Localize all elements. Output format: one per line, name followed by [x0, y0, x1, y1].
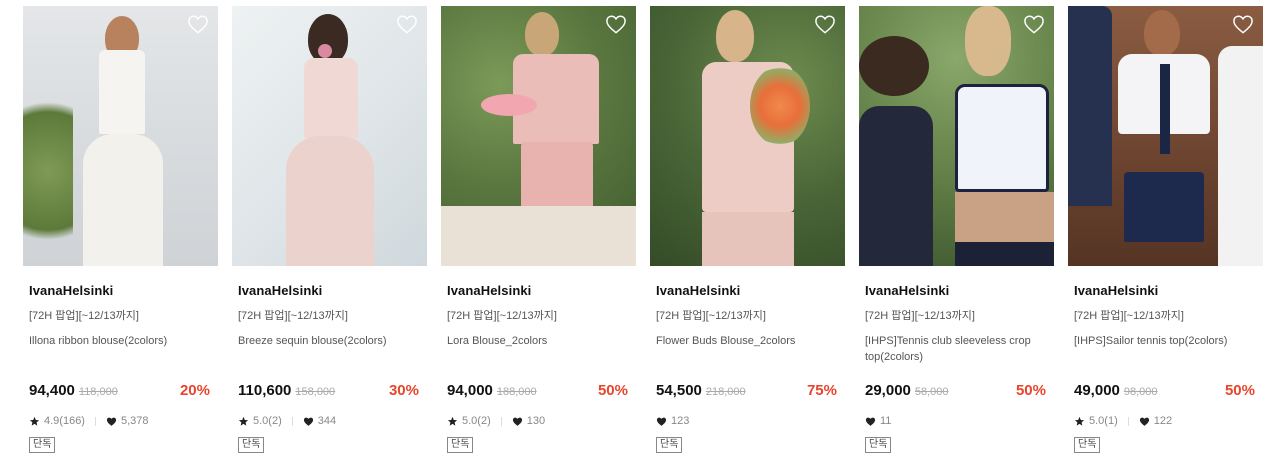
product-name[interactable]: [IHPS]Tennis club sleeveless crop top(2c…: [865, 333, 1048, 367]
exclusive-badge: 단독: [29, 437, 56, 453]
product-card[interactable]: IvanaHelsinki [72H 팝업][~12/13까지] [IHPS]S…: [1068, 6, 1263, 453]
brand-name[interactable]: IvanaHelsinki: [29, 283, 212, 298]
brand-name[interactable]: IvanaHelsinki: [865, 283, 1048, 298]
price-row: 54,500 218,000 75%: [656, 382, 839, 399]
brand-name[interactable]: IvanaHelsinki: [1074, 283, 1257, 298]
product-card[interactable]: IvanaHelsinki [72H 팝업][~12/13까지] Lora Bl…: [441, 6, 636, 453]
heart-filled-icon: [303, 416, 314, 427]
product-name[interactable]: Flower Buds Blouse_2colors: [656, 333, 839, 367]
product-card[interactable]: IvanaHelsinki [72H 팝업][~12/13까지] Breeze …: [232, 6, 427, 453]
sale-price: 94,400: [29, 382, 75, 399]
star-icon: [1074, 416, 1085, 427]
promo-tag: [72H 팝업][~12/13까지]: [865, 310, 975, 322]
review-row: 4.9(166) 5,378: [29, 414, 212, 428]
product-card[interactable]: IvanaHelsinki [72H 팝업][~12/13까지] Flower …: [650, 6, 845, 453]
rating-value: 4.9(166): [44, 415, 85, 427]
sale-price: 110,600: [238, 382, 292, 399]
original-price: 118,000: [78, 386, 118, 398]
product-image[interactable]: [1068, 6, 1263, 266]
exclusive-badge: 단독: [656, 437, 683, 453]
sale-price: 54,500: [656, 382, 702, 399]
product-name[interactable]: Lora Blouse_2colors: [447, 333, 630, 367]
divider: [500, 416, 502, 426]
like-count: 5,378: [120, 415, 149, 427]
review-row: 5.0(2) 344: [238, 414, 421, 428]
product-card[interactable]: IvanaHelsinki [72H 팝업][~12/13까지] [IHPS]T…: [859, 6, 1054, 453]
discount-rate: 75%: [806, 382, 837, 399]
product-image[interactable]: [232, 6, 427, 266]
price-row: 49,000 98,000 50%: [1074, 382, 1257, 399]
heart-filled-icon: [512, 416, 523, 427]
original-price: 58,000: [914, 386, 949, 398]
like-count: 130: [526, 415, 546, 427]
rating-value: 5.0(2): [253, 415, 282, 427]
discount-rate: 30%: [388, 382, 419, 399]
product-image[interactable]: [23, 6, 218, 266]
brand-name[interactable]: IvanaHelsinki: [238, 283, 421, 298]
promo-tag: [72H 팝업][~12/13까지]: [238, 310, 348, 322]
divider: [291, 416, 293, 426]
exclusive-badge: 단독: [865, 437, 892, 453]
like-count: 122: [1153, 415, 1173, 427]
wishlist-heart-icon[interactable]: [1023, 14, 1045, 34]
brand-name[interactable]: IvanaHelsinki: [447, 283, 630, 298]
price-row: 110,600 158,000 30%: [238, 382, 421, 399]
rating-value: 5.0(1): [1089, 415, 1118, 427]
original-price: 158,000: [295, 386, 336, 398]
wishlist-heart-icon[interactable]: [187, 14, 209, 34]
divider: [94, 416, 96, 426]
product-grid: IvanaHelsinki [72H 팝업][~12/13까지] Illona …: [23, 6, 1263, 453]
promo-tag: [72H 팝업][~12/13까지]: [1074, 310, 1184, 322]
star-icon: [238, 416, 249, 427]
product-name[interactable]: [IHPS]Sailor tennis top(2colors): [1074, 333, 1257, 367]
review-row: 123: [656, 414, 839, 428]
original-price: 98,000: [1123, 386, 1158, 398]
promo-tag: [72H 팝업][~12/13까지]: [447, 310, 557, 322]
exclusive-badge: 단독: [1074, 437, 1101, 453]
review-row: 5.0(2) 130: [447, 414, 630, 428]
exclusive-badge: 단독: [238, 437, 265, 453]
heart-filled-icon: [865, 416, 876, 427]
like-count: 344: [317, 415, 337, 427]
promo-tag: [72H 팝업][~12/13까지]: [656, 310, 766, 322]
sale-price: 29,000: [865, 382, 911, 399]
discount-rate: 20%: [179, 382, 210, 399]
product-image[interactable]: [859, 6, 1054, 266]
review-row: 5.0(1) 122: [1074, 414, 1257, 428]
original-price: 218,000: [705, 386, 746, 398]
rating-value: 5.0(2): [462, 415, 491, 427]
like-count: 11: [880, 415, 892, 427]
heart-filled-icon: [106, 416, 117, 427]
product-name[interactable]: Illona ribbon blouse(2colors): [29, 333, 212, 367]
product-image[interactable]: [441, 6, 636, 266]
original-price: 188,000: [496, 386, 537, 398]
review-row: 11: [865, 414, 1048, 428]
exclusive-badge: 단독: [447, 437, 474, 453]
discount-rate: 50%: [1015, 382, 1046, 399]
like-count: 123: [671, 415, 690, 427]
star-icon: [447, 416, 458, 427]
brand-name[interactable]: IvanaHelsinki: [656, 283, 839, 298]
sale-price: 49,000: [1074, 382, 1120, 399]
product-image[interactable]: [650, 6, 845, 266]
wishlist-heart-icon[interactable]: [605, 14, 627, 34]
price-row: 94,400 118,000 20%: [29, 382, 212, 399]
heart-filled-icon: [1139, 416, 1150, 427]
divider: [1127, 416, 1129, 426]
promo-tag: [72H 팝업][~12/13까지]: [29, 310, 139, 322]
sale-price: 94,000: [447, 382, 493, 399]
star-icon: [29, 416, 40, 427]
wishlist-heart-icon[interactable]: [814, 14, 836, 34]
discount-rate: 50%: [597, 382, 628, 399]
wishlist-heart-icon[interactable]: [396, 14, 418, 34]
price-row: 94,000 188,000 50%: [447, 382, 630, 399]
discount-rate: 50%: [1224, 382, 1255, 399]
heart-filled-icon: [656, 416, 667, 427]
wishlist-heart-icon[interactable]: [1232, 14, 1254, 34]
product-name[interactable]: Breeze sequin blouse(2colors): [238, 333, 421, 367]
product-card[interactable]: IvanaHelsinki [72H 팝업][~12/13까지] Illona …: [23, 6, 218, 453]
price-row: 29,000 58,000 50%: [865, 382, 1048, 399]
